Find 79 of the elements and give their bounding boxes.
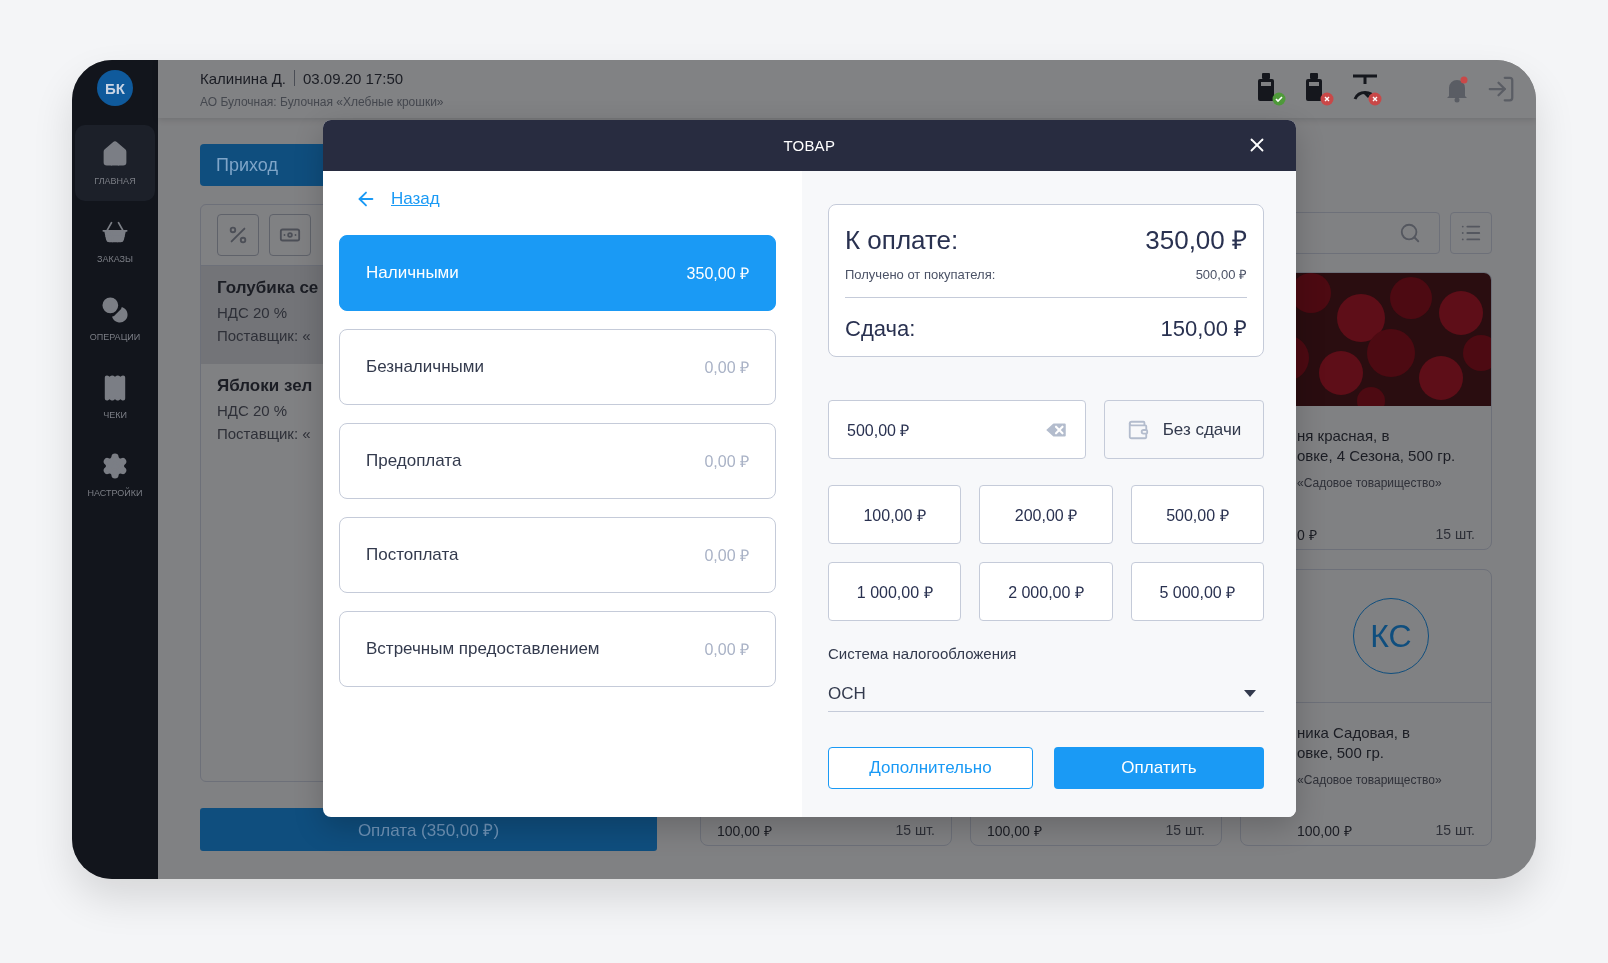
cash-button[interactable] [269, 214, 311, 256]
back-link[interactable]: Назад [355, 185, 440, 213]
due-amount: 350,00 ₽ [1145, 224, 1247, 257]
due-label: К оплате: [845, 225, 959, 256]
vat-text: НДС 20 % [217, 402, 289, 419]
method-amount: 0,00 ₽ [704, 640, 749, 660]
percent-icon [227, 224, 249, 246]
date-time: 03.09.20 17:50 [303, 69, 404, 87]
user-name: Калинина Д. [200, 69, 286, 87]
nav-item[interactable]: ЧЕКИ [75, 359, 155, 435]
search-icon [1399, 222, 1421, 244]
no-change-button[interactable]: Без сдачи [1104, 400, 1264, 459]
exit-icon[interactable] [1486, 74, 1516, 104]
method-label: Наличными [366, 263, 459, 283]
received-label: Получено от покупателя: [845, 267, 996, 282]
pay-button[interactable]: Оплатить [1054, 747, 1264, 789]
price-text: 100,00 ₽ [1297, 821, 1352, 840]
product-title: ня красная, в [1297, 426, 1391, 446]
quantity-text: 15 шт. [895, 822, 935, 838]
vat-text: НДС 20 % [217, 304, 289, 321]
method-label: Безналичными [366, 357, 484, 377]
wallet-icon [1126, 418, 1149, 441]
income-button[interactable]: Приход [200, 144, 323, 186]
quantity-text: 15 шт. [1435, 822, 1475, 838]
amount-preset-button[interactable]: 1 000,00 ₽ [828, 562, 962, 621]
home-icon [101, 140, 129, 168]
nav-item[interactable]: ГЛАВНАЯ [75, 125, 155, 201]
product-title: овке, 500 гр. [1297, 743, 1385, 763]
nav-item[interactable]: ОПЕРАЦИИ [75, 281, 155, 357]
tax-select[interactable]: ОСН [828, 676, 1264, 712]
price-text: 100,00 ₽ [987, 821, 1042, 840]
method-amount: 0,00 ₽ [704, 546, 749, 566]
quantity-text: 15 шт. [1435, 526, 1475, 542]
amount-preset-button[interactable]: 500,00 ₽ [1130, 485, 1264, 544]
tax-label: Система налогообложения [828, 645, 1018, 662]
supplier-text: «Садовое товарищество» [1297, 476, 1443, 490]
payment-method[interactable]: Постоплата 0,00 ₽ [339, 517, 776, 593]
coins-icon [101, 296, 129, 324]
caret-icon [1244, 690, 1256, 697]
method-label: Предоплата [366, 451, 462, 471]
method-amount: 0,00 ₽ [704, 452, 749, 472]
quantity-text: 15 шт. [1165, 822, 1205, 838]
more-button[interactable]: Дополнительно [828, 747, 1033, 789]
organization-name: АО Булочная: Булочная «Хлебные крошки» [200, 94, 445, 109]
payment-method[interactable]: Безналичными 0,00 ₽ [339, 329, 776, 405]
change-label: Сдача: [845, 316, 916, 342]
nav-label: ГЛАВНАЯ [94, 176, 136, 186]
payment-method[interactable]: Наличными 350,00 ₽ [339, 235, 776, 311]
product-title: овке, 4 Сезона, 500 гр. [1297, 446, 1457, 466]
method-amount: 0,00 ₽ [704, 358, 749, 378]
list-view-button[interactable] [1450, 212, 1492, 254]
nav-label: ОПЕРАЦИИ [89, 332, 141, 342]
nav-item[interactable]: ЗАКАЗЫ [75, 203, 155, 279]
price-text: 0 ₽ [1297, 525, 1317, 544]
method-amount: 350,00 ₽ [686, 264, 749, 284]
nav-label: ЧЕКИ [103, 410, 127, 420]
amount-preset-button[interactable]: 200,00 ₽ [979, 485, 1113, 544]
supplier-text: «Садовое товарищество» [1297, 773, 1443, 787]
nav-label: НАСТРОЙКИ [87, 488, 143, 498]
price-text: 100,00 ₽ [717, 821, 772, 840]
nav-label: ЗАКАЗЫ [97, 254, 133, 264]
amount-preset-button[interactable]: 2 000,00 ₽ [979, 562, 1113, 621]
supplier-text: Поставщик: « [217, 327, 312, 344]
user-avatar[interactable]: БК [97, 70, 133, 106]
discount-button[interactable] [217, 214, 259, 256]
amount-preset-button[interactable]: 100,00 ₽ [828, 485, 962, 544]
amount-preset-button[interactable]: 5 000,00 ₽ [1130, 562, 1264, 621]
cash-field[interactable]: 500,00 ₽ [828, 400, 1086, 459]
method-label: Постоплата [366, 545, 459, 565]
product-title: ника Садовая, в [1297, 723, 1412, 743]
method-label: Встречным предоставлением [366, 639, 600, 659]
nav-item[interactable]: НАСТРОЙКИ [75, 437, 155, 513]
payment-method[interactable]: Встречным предоставлением 0,00 ₽ [339, 611, 776, 687]
product-name: Голубика се [217, 278, 320, 298]
supplier-text: Поставщик: « [217, 425, 312, 442]
cash-input[interactable]: 500,00 ₽ [845, 401, 1043, 458]
product-name: Яблоки зел [217, 376, 314, 396]
dialog-title: ТОВАР [783, 137, 836, 154]
payment-method[interactable]: Предоплата 0,00 ₽ [339, 423, 776, 499]
